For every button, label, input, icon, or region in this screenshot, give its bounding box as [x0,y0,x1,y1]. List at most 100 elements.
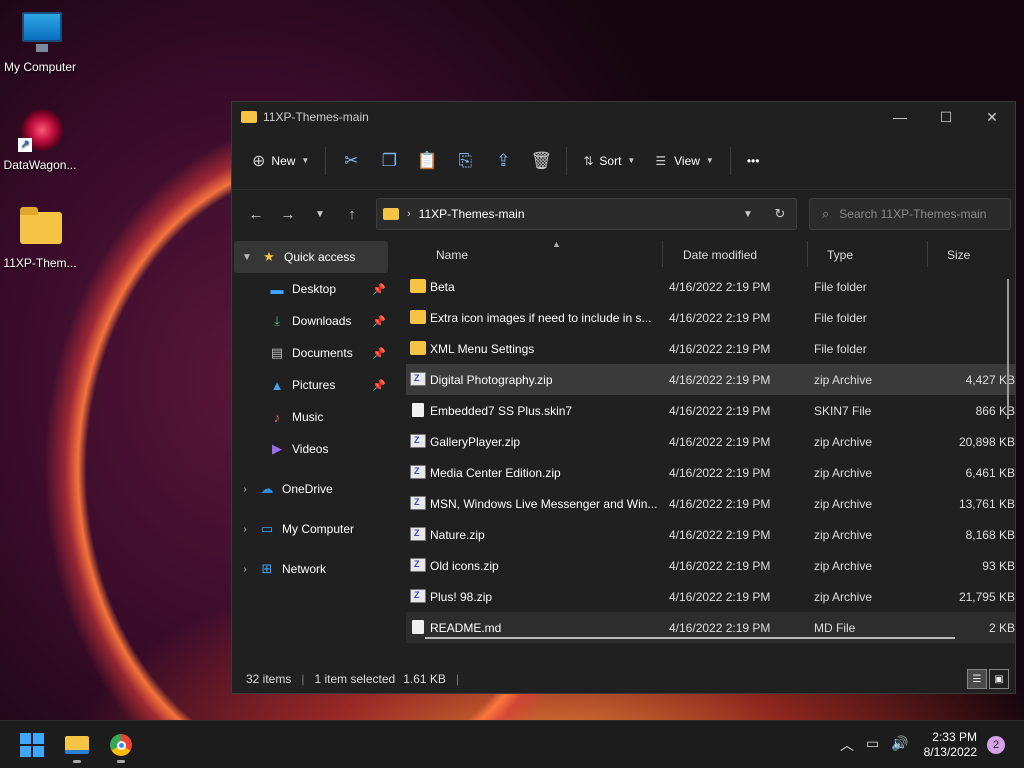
copy-icon[interactable]: ❐ [370,145,408,177]
title-bar[interactable]: 11XP-Themes-main — ☐ ✕ [232,102,1015,132]
more-options-button[interactable]: ••• [737,145,770,177]
vertical-scrollbar[interactable] [1007,279,1009,419]
notification-badge[interactable]: 2 [987,736,1005,754]
folder-icon [18,206,62,250]
file-type: File folder [814,280,867,294]
address-dropdown-icon[interactable]: ▼ [732,209,764,220]
paste-icon[interactable]: 📋 [408,145,446,177]
breadcrumb[interactable]: 11XP-Themes-main [419,207,732,221]
view-label: View [674,153,700,168]
network-status-icon[interactable]: ▭ [866,735,879,752]
nav-onedrive[interactable]: › ☁ OneDrive [232,473,392,505]
breadcrumb-chevron-icon: › [407,208,411,220]
nav-documents[interactable]: ▤ Documents 📌 [232,337,392,369]
desktop-icon-datawagon[interactable]: ↗ DataWagon... [0,108,80,172]
nav-label: Documents [292,346,353,360]
file-size: 20,898 KB [958,435,1015,449]
file-date: 4/16/2022 2:19 PM [669,466,771,480]
recent-locations-chevron-icon[interactable]: ▼ [304,198,336,230]
clock-time: 2:33 PM [932,730,977,744]
taskbar-file-explorer[interactable] [61,729,93,763]
chevron-right-icon[interactable]: › [232,484,258,495]
view-toggle: ☰ ▣ [967,669,1009,689]
nav-pictures[interactable]: ▲ Pictures 📌 [232,369,392,401]
cut-icon[interactable]: ✂ [332,145,370,177]
column-header-size[interactable]: Size [947,239,970,271]
column-header-date[interactable]: Date modified [683,239,757,271]
file-date: 4/16/2022 2:19 PM [669,435,771,449]
sort-ascending-icon: ▲ [552,239,561,249]
nav-my-computer[interactable]: › ▭ My Computer [232,513,392,545]
nav-quick-access[interactable]: ▼ ★ Quick access [234,241,388,273]
sort-button[interactable]: ⇅ Sort ▼ [573,145,645,177]
file-size: 21,795 KB [958,590,1015,604]
view-button[interactable]: ☰ View ▼ [645,145,723,177]
file-row[interactable]: Media Center Edition.zip 4/16/2022 2:19 P… [406,457,1015,488]
file-type: MD File [814,621,856,635]
taskbar-chrome[interactable] [105,729,137,763]
forward-arrow-icon[interactable]: → [272,198,304,230]
file-row[interactable]: Beta 4/16/2022 2:19 PM File folder [406,271,1015,302]
zip-archive-icon [410,465,426,479]
folder-icon [65,736,89,754]
file-row[interactable]: Plus! 98.zip 4/16/2022 2:19 PM zip Archive… [406,581,1015,612]
search-box[interactable]: ⌕ [809,198,1011,230]
delete-icon[interactable]: 🗑 [522,145,560,177]
desktop-icon-label: DataWagon... [3,158,77,172]
folder-icon [410,310,426,324]
file-name: Beta [430,280,455,294]
file-type: File folder [814,342,867,356]
file-row[interactable]: XML Menu Settings 4/16/2022 2:19 PM File f… [406,333,1015,364]
address-row: ← → ▼ ↑ › 11XP-Themes-main ▼ ↻ ⌕ [232,190,1015,238]
folder-icon [383,208,399,220]
close-button[interactable]: ✕ [969,102,1015,132]
file-row[interactable]: MSN, Windows Live Messenger and Win... 4/… [406,488,1015,519]
show-hidden-icons-chevron-icon[interactable]: ︿ [840,735,854,755]
file-icon [412,620,424,634]
details-view-icon[interactable]: ☰ [967,669,987,689]
file-row[interactable]: Embedded7 SS Plus.skin7 4/16/2022 2:19 PM… [406,395,1015,426]
volume-icon[interactable]: 🔊 [891,735,908,752]
maximize-button[interactable]: ☐ [923,102,969,132]
document-icon: ▤ [270,345,284,360]
desktop-icon-my-computer[interactable]: My Computer [0,10,80,74]
nav-desktop[interactable]: ▬ Desktop 📌 [232,273,392,305]
download-icon: ⤓ [274,313,280,328]
nav-videos[interactable]: ▶ Videos [232,433,392,465]
start-button[interactable] [16,729,48,761]
nav-label: Downloads [292,314,352,328]
chevron-down-icon[interactable]: ▼ [234,252,260,263]
chevron-right-icon[interactable]: › [232,564,258,575]
nav-downloads[interactable]: ⤓ Downloads 📌 [232,305,392,337]
file-size: 2 KB [988,621,1015,635]
desktop-icon-folder[interactable]: 11XP-Them... [0,206,80,270]
file-row[interactable]: Nature.zip 4/16/2022 2:19 PM zip Archive 8,… [406,519,1015,550]
up-arrow-icon[interactable]: ↑ [336,198,368,230]
share-icon[interactable]: ⇪ [484,145,522,177]
new-button[interactable]: ⊕ New ▼ [242,145,319,177]
column-header-name[interactable]: Name [436,239,468,271]
chevron-right-icon[interactable]: › [232,524,258,535]
minimize-button[interactable]: — [877,102,923,132]
file-explorer-window: 11XP-Themes-main — ☐ ✕ ⊕ New ▼ ✂ ❐ 📋 ⎘ ⇪… [231,101,1016,694]
back-arrow-icon[interactable]: ← [240,198,272,230]
address-bar[interactable]: › 11XP-Themes-main ▼ ↻ [376,198,797,230]
rename-icon[interactable]: ⎘ [446,145,484,177]
zip-archive-icon [410,558,426,572]
nav-network[interactable]: › ⊞ Network [232,553,392,585]
file-row[interactable]: Old icons.zip 4/16/2022 2:19 PM zip Archiv… [406,550,1015,581]
search-input[interactable] [839,207,990,221]
video-icon: ▶ [272,441,282,456]
refresh-icon[interactable]: ↻ [764,206,796,222]
file-row[interactable]: Extra icon images if need to include in … [406,302,1015,333]
tiles-view-icon[interactable]: ▣ [989,669,1009,689]
file-row[interactable]: Digital Photography.zip 4/16/2022 2:19 PM… [406,364,1015,395]
file-name: MSN, Windows Live Messenger and Win... [430,497,658,511]
horizontal-scrollbar[interactable] [425,637,955,639]
clock[interactable]: 2:33 PM 8/13/2022 [924,730,977,760]
file-size: 8,168 KB [965,528,1015,542]
column-header-type[interactable]: Type [827,239,853,271]
nav-music[interactable]: ♪ Music [232,401,392,433]
nav-label: OneDrive [282,482,333,496]
file-row[interactable]: GalleryPlayer.zip 4/16/2022 2:19 PM zip Ar… [406,426,1015,457]
